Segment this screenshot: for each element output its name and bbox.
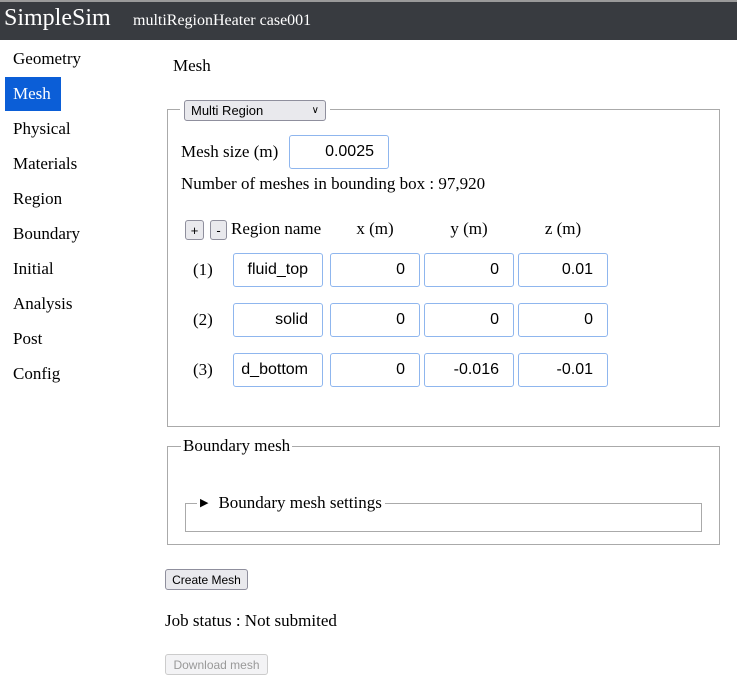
region-index: (2) (193, 310, 213, 329)
add-region-button[interactable]: + (185, 220, 204, 240)
region-x-input[interactable]: 0 (330, 353, 420, 387)
region-index: (3) (193, 360, 213, 379)
chevron-down-icon: ∨ (311, 105, 319, 116)
mesh-size-input[interactable]: 0.0025 (289, 135, 389, 169)
job-status: Job status : Not submited (165, 611, 337, 630)
sidebar-item-post[interactable]: Post (5, 322, 61, 356)
sidebar-item-materials[interactable]: Materials (5, 147, 77, 181)
create-mesh-button[interactable]: Create Mesh (165, 569, 248, 590)
brand-logo[interactable]: SimpleSim (4, 5, 111, 32)
mesh-count-text: Number of meshes in bounding box : 97,92… (181, 174, 486, 193)
boundary-settings-summary[interactable]: ▶ Boundary mesh settings (197, 493, 385, 513)
page-title: Mesh (173, 56, 211, 75)
boundary-settings-label: Boundary mesh settings (218, 493, 382, 512)
region-name-input[interactable]: d_bottom (233, 353, 323, 387)
sidebar-item-analysis[interactable]: Analysis (5, 287, 73, 321)
region-x-input[interactable]: 0 (330, 253, 420, 287)
boundary-mesh-legend: Boundary mesh (181, 436, 293, 456)
triangle-right-icon: ▶ (200, 497, 209, 509)
sidebar-item-mesh[interactable]: Mesh (5, 77, 61, 111)
mode-select-value: Multi Region (191, 103, 264, 118)
region-y-input[interactable]: 0 (424, 303, 514, 337)
case-name: multiRegionHeater case001 (133, 12, 312, 29)
sidebar-item-geometry[interactable]: Geometry (5, 42, 81, 76)
column-header-y: y (m) (450, 219, 488, 238)
sidebar-item-region[interactable]: Region (5, 182, 62, 216)
mesh-size-label: Mesh size (m) (181, 142, 279, 161)
region-z-input[interactable]: 0 (518, 303, 608, 337)
region-index: (1) (193, 260, 213, 279)
region-y-input[interactable]: -0.016 (424, 353, 514, 387)
sidebar-item-physical[interactable]: Physical (5, 112, 71, 146)
column-header-x: x (m) (356, 219, 394, 238)
column-header-name: Region name (231, 219, 322, 238)
region-z-input[interactable]: -0.01 (518, 353, 608, 387)
region-y-input[interactable]: 0 (424, 253, 514, 287)
column-header-z: z (m) (544, 219, 582, 238)
region-name-input[interactable]: fluid_top (233, 253, 323, 287)
sidebar-item-initial[interactable]: Initial (5, 252, 61, 286)
sidebar-item-config[interactable]: Config (5, 357, 61, 391)
mode-select[interactable]: Multi Region ∨ (184, 100, 326, 121)
region-z-input[interactable]: 0.01 (518, 253, 608, 287)
remove-region-button[interactable]: - (210, 220, 227, 240)
download-mesh-button[interactable]: Download mesh (165, 654, 268, 675)
region-x-input[interactable]: 0 (330, 303, 420, 337)
sidebar-item-boundary[interactable]: Boundary (5, 217, 80, 251)
region-name-input[interactable]: solid (233, 303, 323, 337)
